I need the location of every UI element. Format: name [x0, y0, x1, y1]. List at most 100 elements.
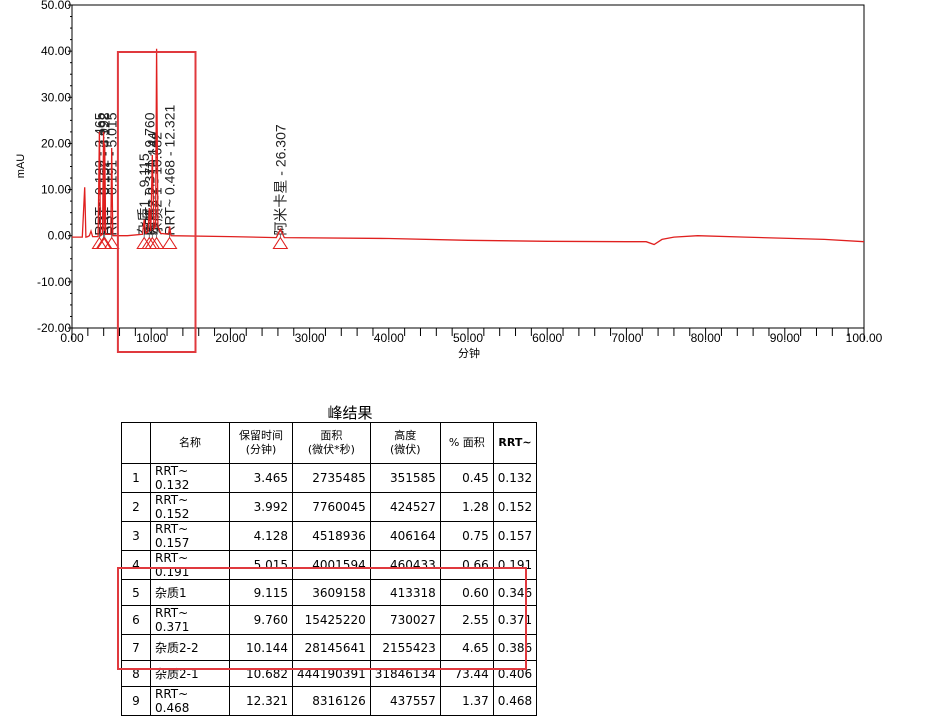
- cell-index: 8: [121, 660, 151, 687]
- y-tick-label: 40.00: [41, 44, 71, 58]
- cell-index: 2: [121, 492, 151, 522]
- cell-height: 406164: [369, 521, 441, 551]
- cell-height: 730027: [369, 605, 441, 635]
- cell-pct-area: 0.66: [439, 550, 494, 580]
- table-row: 6 RRT~ 0.371 9.760 15425220 730027 2.55 0.371: [121, 605, 538, 635]
- y-tick-label: 0.00: [48, 229, 72, 243]
- cell-name: RRT~ 0.157: [150, 521, 230, 551]
- y-tick-label: 10.00: [41, 183, 71, 197]
- x-tick-label: 60.00: [532, 331, 562, 345]
- cell-retention: 4.128: [229, 521, 293, 551]
- peak-marker: [272, 236, 289, 250]
- peak-label: 阿米卡星 - 26.307: [272, 124, 288, 235]
- table-row: 8 杂质2-1 10.682 444190391 31846134 73.44 0.406: [121, 660, 538, 687]
- cell-name: RRT~ 0.191: [150, 550, 230, 580]
- col-header-index: [121, 422, 151, 464]
- cell-height: 424527: [369, 492, 441, 522]
- cell-name: 杂质2-1: [150, 660, 230, 687]
- y-tick-labels: -20.00-10.000.0010.0020.0030.0040.0050.0…: [37, 0, 71, 335]
- cell-rrt: 0.152: [492, 492, 538, 522]
- cell-index: 9: [121, 686, 151, 716]
- cell-name: RRT~ 0.132: [150, 463, 230, 493]
- cell-retention: 9.760: [229, 605, 293, 635]
- y-tick-label: -10.00: [37, 275, 71, 289]
- x-tick-label: 10.00: [136, 331, 166, 345]
- cell-area: 2735485: [292, 463, 371, 493]
- x-tick-label: 100.00: [846, 331, 883, 345]
- cell-pct-area: 1.28: [439, 492, 494, 522]
- col-header-rrt: RRT~: [492, 422, 538, 464]
- x-tick-label: 80.00: [691, 331, 721, 345]
- cell-pct-area: 2.55: [439, 605, 494, 635]
- results-title: 峰结果: [327, 404, 373, 422]
- cell-height: 2155423: [369, 634, 441, 661]
- cell-area: 3609158: [292, 579, 371, 606]
- table-row: 4 RRT~ 0.191 5.015 4001594 460433 0.66 0.191: [121, 550, 538, 580]
- peak-label: RRT~ 0.468 - 12.321: [162, 105, 178, 236]
- col-header-height: 高度 (微伏): [369, 422, 441, 464]
- cell-retention: 10.144: [229, 634, 293, 661]
- chromatogram-chart: -20.00-10.000.0010.0020.0030.0040.0050.0…: [15, 0, 883, 360]
- y-tick-label: 20.00: [41, 136, 71, 150]
- cell-name: RRT~ 0.468: [150, 686, 230, 716]
- col-header-name: 名称: [150, 422, 230, 464]
- cell-index: 1: [121, 463, 151, 493]
- x-tick-labels: 0.00 10.00 20.00 30.00 40.00 50.00 60.00 70.00 8…: [60, 331, 882, 345]
- chromatogram-trace: [72, 48, 865, 246]
- cell-retention: 3.992: [229, 492, 293, 522]
- cell-pct-area: 0.60: [439, 579, 494, 606]
- cell-pct-area: 73.44: [439, 660, 494, 687]
- cell-pct-area: 1.37: [439, 686, 494, 716]
- cell-rrt: 0.132: [492, 463, 538, 493]
- table-row: 2 RRT~ 0.152 3.992 7760045 424527 1.28 0.152: [121, 492, 538, 522]
- cell-name: 杂质2-2: [150, 634, 230, 661]
- cell-index: 3: [121, 521, 151, 551]
- cell-rrt: 0.371: [492, 605, 538, 635]
- cell-name: RRT~ 0.152: [150, 492, 230, 522]
- x-tick-label: 40.00: [374, 331, 404, 345]
- y-tick-label: 50.00: [41, 0, 71, 12]
- x-tick-label: 20.00: [215, 331, 245, 345]
- cell-height: 460433: [369, 550, 441, 580]
- table-row: 9 RRT~ 0.468 12.321 8316126 437557 1.37 0.468: [121, 686, 538, 716]
- cell-area: 28145641: [292, 634, 371, 661]
- cell-area: 15425220: [292, 605, 371, 635]
- x-tick-label: 0.00: [60, 331, 84, 345]
- cell-name: RRT~ 0.371: [150, 605, 230, 635]
- cell-area: 444190391: [292, 660, 371, 687]
- cell-rrt: 0.468: [492, 686, 538, 716]
- peak-marker: [161, 236, 178, 250]
- cell-name: 杂质1: [150, 579, 230, 606]
- cell-height: 31846134: [369, 660, 441, 687]
- cell-index: 6: [121, 605, 151, 635]
- results-table: 名称 保留时间 (分钟) 面积 (微伏*秒) 高度 (微伏) % 面积 RRT~ 1R…: [121, 422, 538, 716]
- col-header-retention: 保留时间 (分钟): [229, 422, 293, 464]
- cell-pct-area: 0.45: [439, 463, 494, 493]
- cell-pct-area: 4.65: [439, 634, 494, 661]
- cell-area: 8316126: [292, 686, 371, 716]
- x-tick-label: 50.00: [453, 331, 483, 345]
- col-header-area: 面积 (微伏*秒): [292, 422, 371, 464]
- cell-area: 4001594: [292, 550, 371, 580]
- cell-index: 4: [121, 550, 151, 580]
- cell-height: 413318: [369, 579, 441, 606]
- peak-labels: RRT~ 0.132 - 3.465RRT~ 0.152 - 3.992RRT~…: [91, 105, 288, 236]
- cell-rrt: 0.191: [492, 550, 538, 580]
- x-tick-label: 90.00: [770, 331, 800, 345]
- table-row: 3 RRT~ 0.157 4.128 4518936 406164 0.75 0.157: [121, 521, 538, 551]
- cell-rrt: 0.346: [492, 579, 538, 606]
- cell-index: 7: [121, 634, 151, 661]
- cell-retention: 5.015: [229, 550, 293, 580]
- cell-index: 5: [121, 579, 151, 606]
- cell-retention: 3.465: [229, 463, 293, 493]
- cell-retention: 10.682: [229, 660, 293, 687]
- table-row: 7 杂质2-2 10.144 28145641 2155423 4.65 0.386: [121, 634, 538, 661]
- cell-retention: 12.321: [229, 686, 293, 716]
- cell-rrt: 0.406: [492, 660, 538, 687]
- table-row: 1 RRT~ 0.132 3.465 2735485 351585 0.45 0.132: [121, 463, 538, 493]
- axis-ticks: [68, 4, 865, 340]
- cell-retention: 9.115: [229, 579, 293, 606]
- cell-rrt: 0.386: [492, 634, 538, 661]
- plot-frame: [71, 4, 865, 329]
- y-axis-title: mAU: [15, 154, 27, 179]
